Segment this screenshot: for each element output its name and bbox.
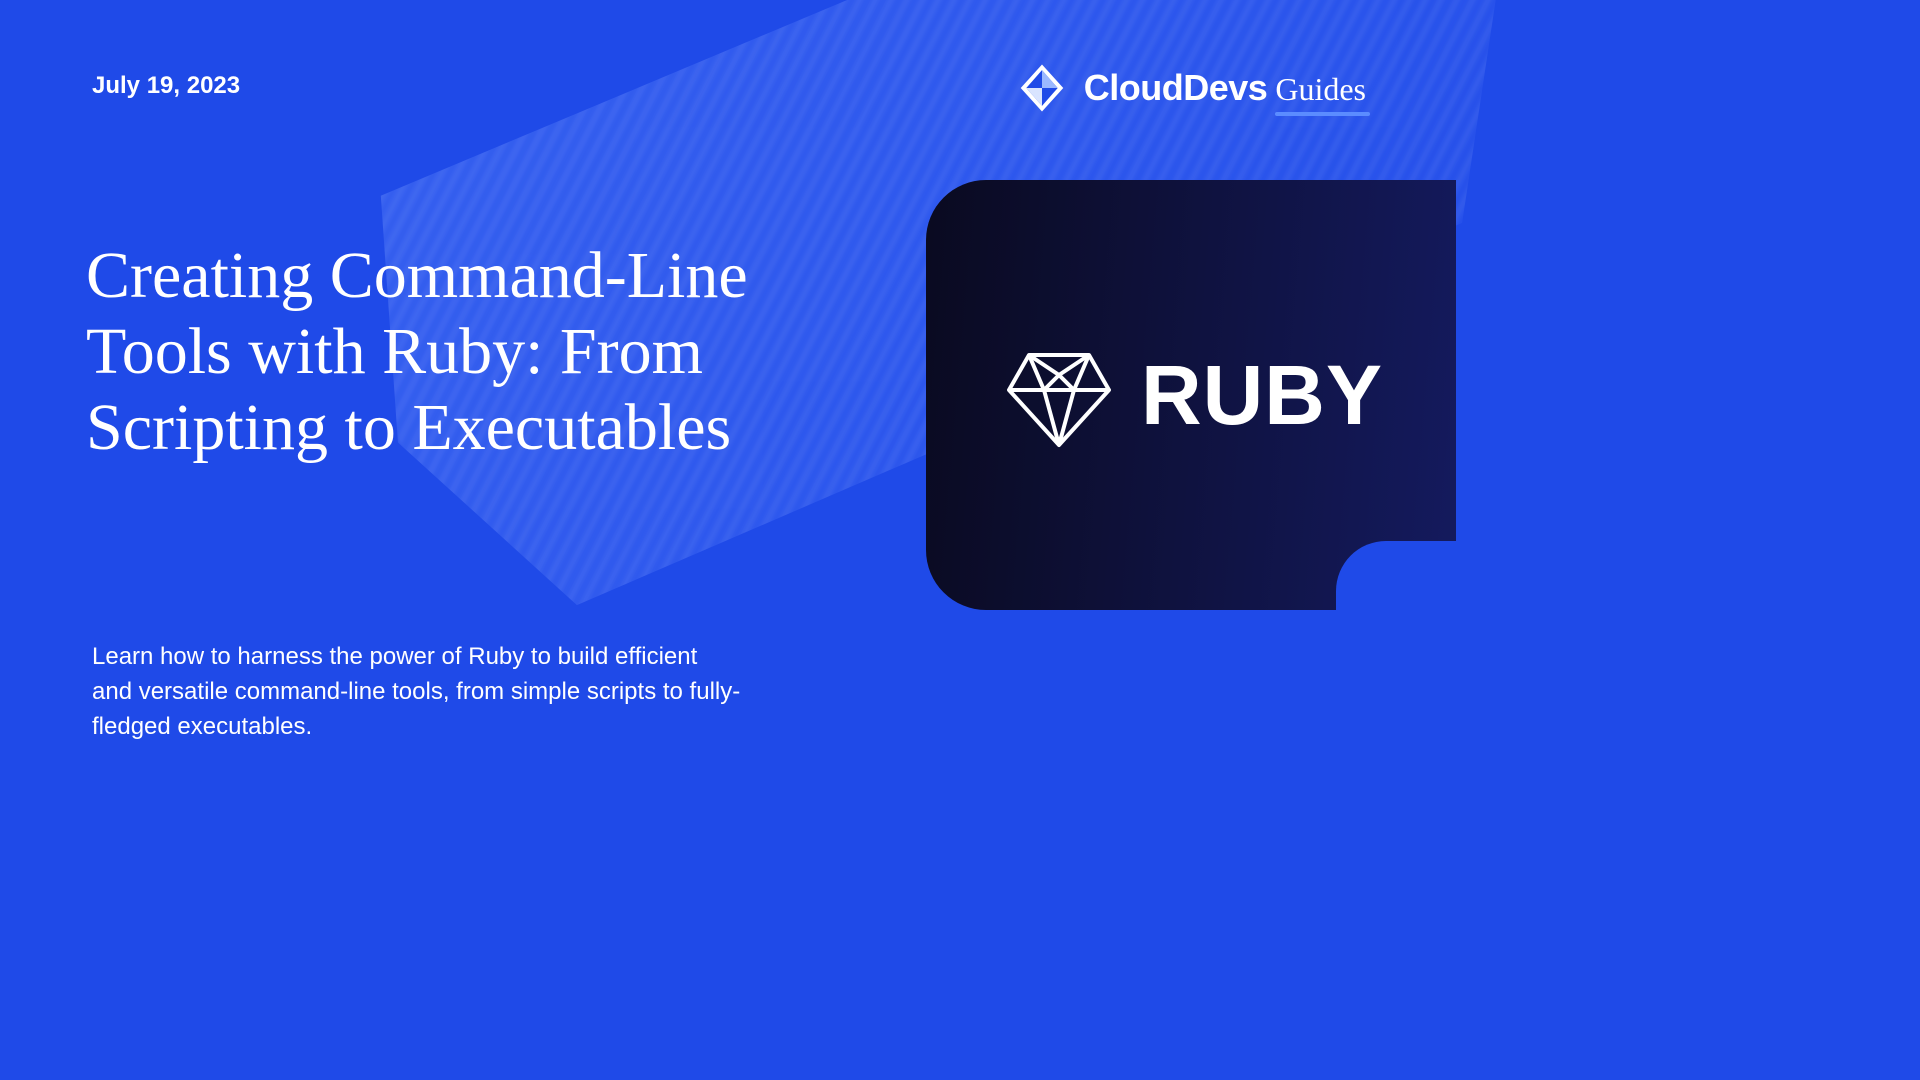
tech-card-label: RUBY: [1141, 347, 1383, 444]
article-subtitle: Learn how to harness the power of Ruby t…: [92, 640, 742, 744]
brand-text: CloudDevs Guides: [1084, 67, 1366, 109]
publish-date: July 19, 2023: [92, 72, 240, 100]
ruby-gem-icon: [999, 335, 1119, 455]
brand-sub-label: Guides: [1275, 71, 1366, 108]
clouddevs-logo-icon: [1014, 60, 1070, 116]
article-title: Creating Command-Line Tools with Ruby: F…: [86, 238, 826, 466]
brand-main-label: CloudDevs: [1084, 67, 1268, 109]
tech-card: RUBY: [926, 180, 1456, 610]
brand-block: CloudDevs Guides: [1014, 60, 1366, 116]
